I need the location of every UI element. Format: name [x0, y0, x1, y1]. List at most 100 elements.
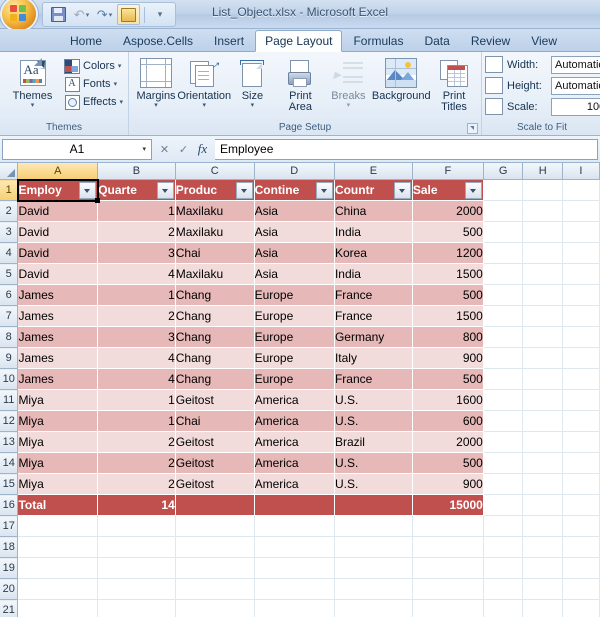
- cell-D7[interactable]: Europe: [254, 306, 334, 327]
- row-header-4[interactable]: 4: [0, 243, 18, 264]
- cell-A20[interactable]: [18, 579, 98, 600]
- cell-E21[interactable]: [334, 600, 412, 617]
- cell-G3[interactable]: [483, 222, 523, 243]
- column-header-i[interactable]: I: [562, 163, 599, 180]
- page-height-value[interactable]: Automatic: [551, 77, 600, 95]
- cell-H19[interactable]: [523, 558, 562, 579]
- cell-C9[interactable]: Chang: [175, 348, 254, 369]
- cancel-formula-button[interactable]: ✕: [155, 140, 174, 158]
- filter-dropdown-C[interactable]: [236, 182, 253, 199]
- cell-E10[interactable]: France: [334, 369, 412, 390]
- cell-F17[interactable]: [412, 516, 483, 537]
- cell-G18[interactable]: [483, 537, 523, 558]
- cell-D12[interactable]: America: [254, 411, 334, 432]
- cell-I18[interactable]: [562, 537, 599, 558]
- cell-A21[interactable]: [18, 600, 98, 617]
- cell-F14[interactable]: 500: [412, 453, 483, 474]
- cell-G7[interactable]: [483, 306, 523, 327]
- cell-D1[interactable]: Contine: [254, 180, 334, 201]
- cell-E16[interactable]: [334, 495, 412, 516]
- cell-E9[interactable]: Italy: [334, 348, 412, 369]
- cell-A8[interactable]: James: [18, 327, 98, 348]
- row-header-6[interactable]: 6: [0, 285, 18, 306]
- cell-G14[interactable]: [483, 453, 523, 474]
- cell-F21[interactable]: [412, 600, 483, 617]
- size-button[interactable]: Size ▾: [228, 55, 276, 111]
- margins-button[interactable]: Margins ▾: [132, 55, 180, 111]
- cell-F11[interactable]: 1600: [412, 390, 483, 411]
- cell-D17[interactable]: [254, 516, 334, 537]
- cell-E6[interactable]: France: [334, 285, 412, 306]
- cell-A2[interactable]: David: [18, 201, 98, 222]
- tab-page-layout[interactable]: Page Layout: [255, 30, 342, 52]
- cell-G17[interactable]: [483, 516, 523, 537]
- cell-F5[interactable]: 1500: [412, 264, 483, 285]
- page-scale-value[interactable]: 100%: [551, 98, 600, 116]
- cell-I6[interactable]: [562, 285, 599, 306]
- cell-E17[interactable]: [334, 516, 412, 537]
- cell-D6[interactable]: Europe: [254, 285, 334, 306]
- cell-G13[interactable]: [483, 432, 523, 453]
- cell-I1[interactable]: [562, 180, 599, 201]
- row-header-20[interactable]: 20: [0, 579, 18, 600]
- cell-D19[interactable]: [254, 558, 334, 579]
- cell-G5[interactable]: [483, 264, 523, 285]
- filter-dropdown-D[interactable]: [316, 182, 333, 199]
- cell-C15[interactable]: Geitost: [175, 474, 254, 495]
- cell-C2[interactable]: Maxilaku: [175, 201, 254, 222]
- row-header-12[interactable]: 12: [0, 411, 18, 432]
- cell-I16[interactable]: [562, 495, 599, 516]
- cell-I7[interactable]: [562, 306, 599, 327]
- row-header-2[interactable]: 2: [0, 201, 18, 222]
- cell-C21[interactable]: [175, 600, 254, 617]
- cell-D3[interactable]: Asia: [254, 222, 334, 243]
- cell-E14[interactable]: U.S.: [334, 453, 412, 474]
- cell-F10[interactable]: 500: [412, 369, 483, 390]
- formula-input[interactable]: Employee: [215, 139, 598, 160]
- cell-C4[interactable]: Chai: [175, 243, 254, 264]
- cell-G21[interactable]: [483, 600, 523, 617]
- tab-formulas[interactable]: Formulas: [343, 30, 413, 51]
- cell-C3[interactable]: Maxilaku: [175, 222, 254, 243]
- cell-B2[interactable]: 1: [98, 201, 176, 222]
- cell-F6[interactable]: 500: [412, 285, 483, 306]
- tab-review[interactable]: Review: [461, 30, 520, 51]
- select-all-button[interactable]: [0, 163, 18, 180]
- cell-E2[interactable]: China: [334, 201, 412, 222]
- cell-E7[interactable]: France: [334, 306, 412, 327]
- cell-A14[interactable]: Miya: [18, 453, 98, 474]
- cell-B1[interactable]: Quarte: [98, 180, 176, 201]
- cell-F19[interactable]: [412, 558, 483, 579]
- cell-I11[interactable]: [562, 390, 599, 411]
- cell-H1[interactable]: [523, 180, 562, 201]
- cell-E13[interactable]: Brazil: [334, 432, 412, 453]
- column-header-g[interactable]: G: [483, 163, 523, 180]
- cell-I5[interactable]: [562, 264, 599, 285]
- cell-A15[interactable]: Miya: [18, 474, 98, 495]
- cell-I17[interactable]: [562, 516, 599, 537]
- cell-E20[interactable]: [334, 579, 412, 600]
- cell-C7[interactable]: Chang: [175, 306, 254, 327]
- cell-B12[interactable]: 1: [98, 411, 176, 432]
- cell-E3[interactable]: India: [334, 222, 412, 243]
- cell-B6[interactable]: 1: [98, 285, 176, 306]
- cell-H16[interactable]: [523, 495, 562, 516]
- cell-G1[interactable]: [483, 180, 523, 201]
- orientation-button[interactable]: ↗ Orientation ▾: [180, 55, 228, 111]
- cell-F3[interactable]: 500: [412, 222, 483, 243]
- cell-I15[interactable]: [562, 474, 599, 495]
- row-header-16[interactable]: 16: [0, 495, 18, 516]
- cell-H4[interactable]: [523, 243, 562, 264]
- cell-G16[interactable]: [483, 495, 523, 516]
- cell-I8[interactable]: [562, 327, 599, 348]
- cell-C1[interactable]: Produc: [175, 180, 254, 201]
- cell-B4[interactable]: 3: [98, 243, 176, 264]
- row-header-21[interactable]: 21: [0, 600, 18, 617]
- cell-D20[interactable]: [254, 579, 334, 600]
- cell-G15[interactable]: [483, 474, 523, 495]
- cell-I13[interactable]: [562, 432, 599, 453]
- tab-data[interactable]: Data: [414, 30, 459, 51]
- cell-B14[interactable]: 2: [98, 453, 176, 474]
- cell-I14[interactable]: [562, 453, 599, 474]
- row-header-5[interactable]: 5: [0, 264, 18, 285]
